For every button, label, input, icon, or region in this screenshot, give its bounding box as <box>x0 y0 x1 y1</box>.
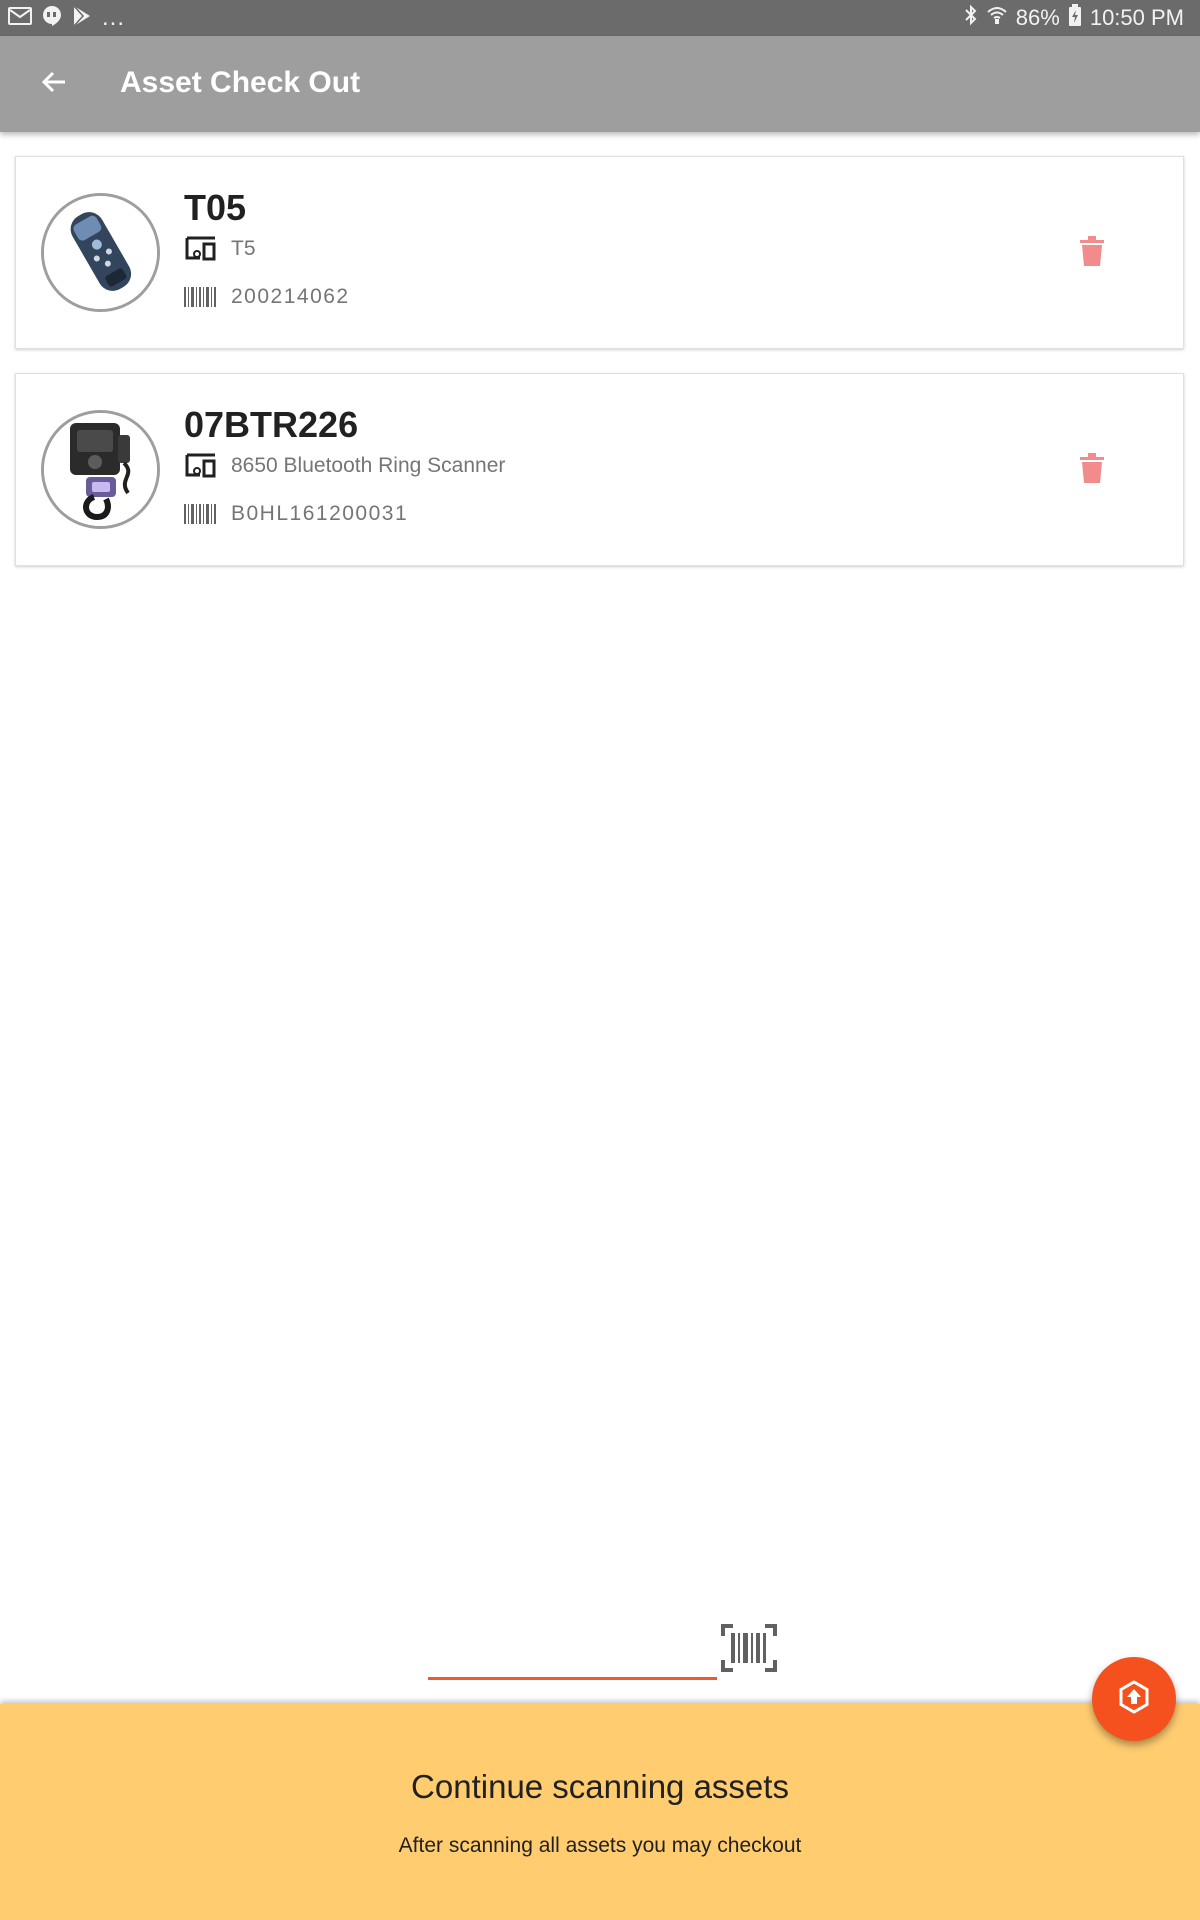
system-status: 86% 10:50 PM <box>964 4 1184 32</box>
barcode-scan-icon <box>721 1623 777 1677</box>
devices-icon <box>184 235 218 263</box>
bluetooth-icon <box>964 4 978 32</box>
back-button[interactable] <box>30 60 78 108</box>
asset-model: 8650 Bluetooth Ring Scanner <box>231 454 506 477</box>
asset-name: 07BTR226 <box>184 404 359 445</box>
clock: 10:50 PM <box>1089 5 1184 30</box>
battery-percent: 86% <box>1015 5 1060 30</box>
asset-card[interactable]: 07BTR226 8650 Bluetooth Ring Scanner B0H… <box>15 373 1184 566</box>
wifi-icon <box>986 5 1008 31</box>
handheld-scanner-photo <box>44 196 157 309</box>
play-store-icon <box>72 4 92 32</box>
notification-overflow: ... <box>102 4 126 31</box>
trash-icon <box>1080 235 1104 271</box>
panel-subtext: After scanning all assets you may checko… <box>398 1834 802 1857</box>
trash-icon <box>1080 452 1104 488</box>
panel-heading: Continue scanning assets <box>411 1768 789 1805</box>
asset-card[interactable]: T05 T5 200214062 <box>15 156 1184 349</box>
asset-model-row: 8650 Bluetooth Ring Scanner <box>184 452 505 480</box>
delete-asset-button[interactable] <box>1076 452 1108 488</box>
asset-model-row: T5 <box>184 235 256 263</box>
delete-asset-button[interactable] <box>1076 235 1108 271</box>
barcode-input[interactable] <box>428 1620 717 1680</box>
ring-scanner-photo <box>44 413 157 526</box>
gmail-icon <box>8 6 32 31</box>
page-title: Asset Check Out <box>120 66 361 99</box>
barcode-scan-button[interactable] <box>720 1623 778 1677</box>
asset-serial-row: B0HL161200031 <box>184 500 408 528</box>
asset-image <box>41 193 160 312</box>
barcode-icon <box>184 500 218 528</box>
hangouts-icon <box>42 5 62 32</box>
asset-image <box>41 410 160 529</box>
asset-serial: B0HL161200031 <box>231 502 409 525</box>
asset-serial: 200214062 <box>231 285 350 308</box>
asset-model: T5 <box>231 237 256 260</box>
devices-icon <box>184 452 218 480</box>
asset-serial-row: 200214062 <box>184 283 350 311</box>
notification-icons: ... <box>8 4 126 32</box>
barcode-icon <box>184 283 218 311</box>
arrow-left-icon <box>40 68 68 101</box>
checkout-fab[interactable] <box>1092 1657 1176 1741</box>
app-bar: Asset Check Out <box>0 36 1200 132</box>
checkout-upload-icon <box>1117 1679 1151 1719</box>
status-bar: ... 86% 10:50 PM <box>0 0 1200 36</box>
battery-charging-icon <box>1068 4 1082 32</box>
asset-name: T05 <box>184 187 247 228</box>
scan-instructions-panel: Continue scanning assets After scanning … <box>0 1704 1200 1920</box>
